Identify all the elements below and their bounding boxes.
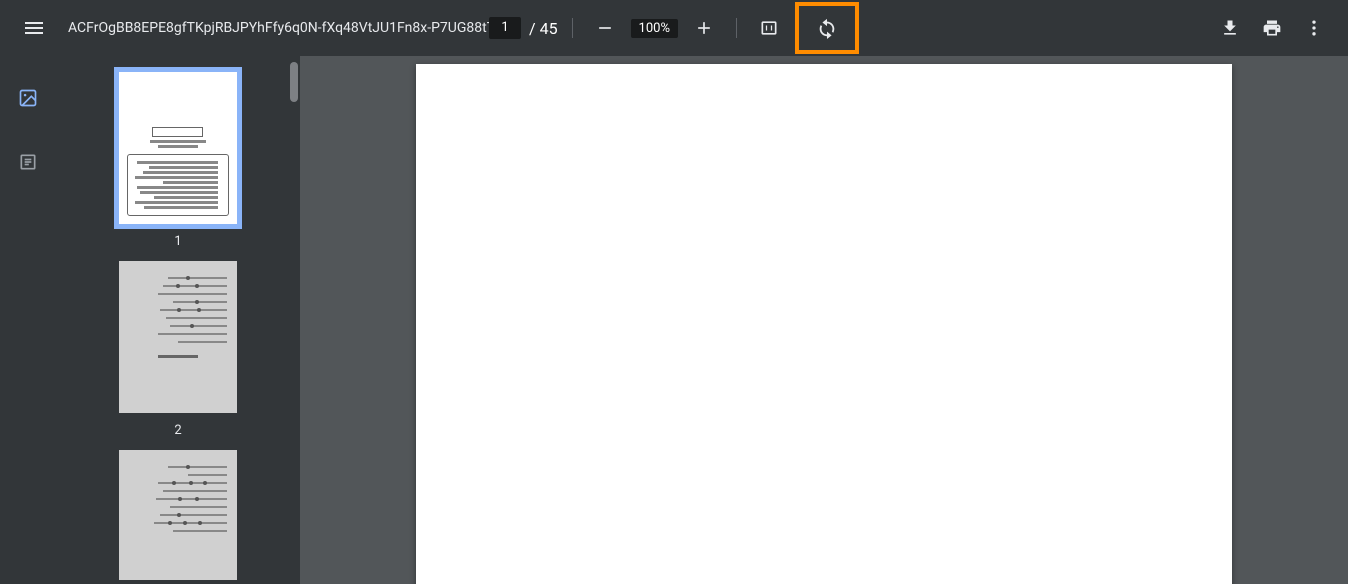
- print-button[interactable]: [1254, 10, 1290, 46]
- menu-button[interactable]: [16, 10, 52, 46]
- filename-label: ACFrOgBB8EPE8gfTKpjRBJPYhFfy6q0N-fXq48Vt…: [68, 20, 513, 36]
- toolbar-divider: [572, 18, 573, 38]
- document-page-1: 3. After 4. In qu 5. If a candidate has …: [416, 64, 1232, 584]
- thumbnail-label-1: 1: [174, 234, 181, 249]
- main-document-view[interactable]: 3. After 4. In qu 5. If a candidate has …: [300, 56, 1348, 584]
- thumbnail-page-2[interactable]: [119, 261, 237, 413]
- thumbnail-page-3[interactable]: [119, 450, 237, 580]
- outline-view-button[interactable]: [10, 144, 46, 180]
- thumbnail-page-1[interactable]: [119, 72, 237, 224]
- thumbnail-label-2: 2: [174, 423, 181, 438]
- view-mode-rail: [0, 56, 56, 584]
- zoom-out-button[interactable]: [587, 10, 623, 46]
- rotate-button-highlighted[interactable]: [795, 2, 859, 54]
- page-separator: / 45: [529, 19, 558, 38]
- pdf-toolbar: ACFrOgBB8EPE8gfTKpjRBJPYhFfy6q0N-fXq48Vt…: [0, 0, 1348, 56]
- sidebar-scrollbar[interactable]: [290, 62, 298, 102]
- more-options-button[interactable]: [1296, 10, 1332, 46]
- page-number-input[interactable]: 1: [489, 17, 521, 39]
- zoom-in-button[interactable]: [686, 10, 722, 46]
- download-button[interactable]: [1212, 10, 1248, 46]
- zoom-level-display[interactable]: 100%: [631, 19, 678, 38]
- toolbar-divider: [736, 18, 737, 38]
- thumbnail-view-button[interactable]: [10, 80, 46, 116]
- fit-to-page-button[interactable]: [751, 10, 787, 46]
- thumbnail-sidebar[interactable]: 1 2: [56, 56, 300, 584]
